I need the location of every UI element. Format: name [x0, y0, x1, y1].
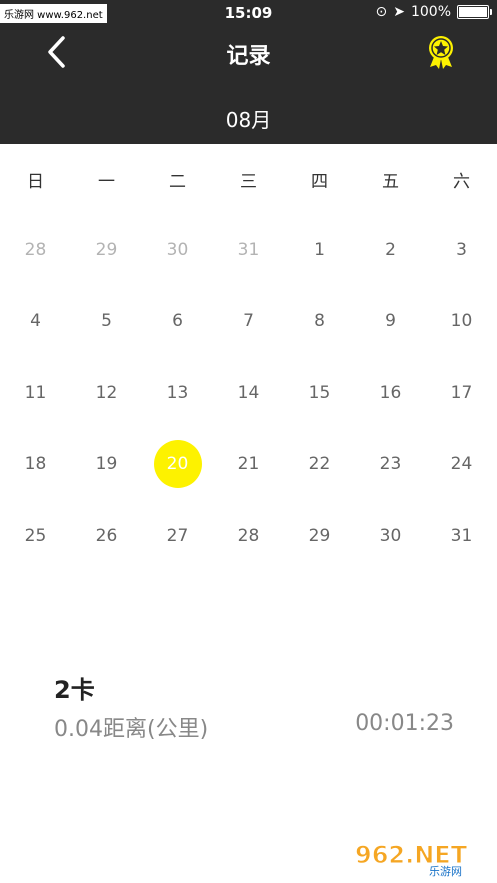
weekday-label: 日 — [27, 171, 44, 192]
record-summary: 2卡 0.04距离(公里) 00:01:23 — [54, 670, 454, 743]
calendar-day[interactable]: 12 — [71, 357, 142, 428]
weekday-header: 日 一 二 三 四 五 六 — [0, 144, 497, 214]
status-right: ⊙ ➤ 100% — [375, 4, 492, 20]
calendar-day-selected[interactable]: 20 — [142, 429, 213, 500]
calendar-week: 4 5 6 7 8 9 10 — [0, 286, 497, 358]
calendar-day[interactable]: 17 — [426, 357, 497, 428]
calendar-day[interactable]: 14 — [213, 357, 284, 428]
calendar-day[interactable]: 7 — [213, 286, 284, 357]
distance-value: 0.04距离(公里) — [54, 717, 209, 742]
calendar-day[interactable]: 24 — [426, 429, 497, 500]
weekday-label: 三 — [240, 171, 257, 192]
calendar-day[interactable]: 11 — [0, 357, 71, 428]
calendar-day[interactable]: 16 — [355, 357, 426, 428]
calendar-week: 25 26 27 28 29 30 31 — [0, 500, 497, 572]
calendar-day[interactable]: 28 — [0, 214, 71, 285]
weekday-label: 五 — [382, 171, 399, 192]
calendar-day[interactable]: 15 — [284, 357, 355, 428]
calendar-day[interactable]: 30 — [355, 500, 426, 571]
duration-value: 00:01:23 — [355, 711, 454, 736]
battery-icon — [457, 5, 492, 19]
calendar-day[interactable]: 4 — [0, 286, 71, 357]
calendar-day[interactable]: 1 — [284, 214, 355, 285]
medal-button[interactable] — [423, 34, 459, 70]
calendar-week: 18 19 20 21 22 23 24 — [0, 429, 497, 501]
battery-percent: 100% — [410, 4, 451, 20]
calendar-week: 11 12 13 14 15 16 17 — [0, 357, 497, 429]
calendar-day[interactable]: 29 — [71, 214, 142, 285]
location-icon: ➤ — [393, 4, 405, 20]
calendar-day[interactable]: 9 — [355, 286, 426, 357]
calendar-day[interactable]: 6 — [142, 286, 213, 357]
svg-text:乐游网: 乐游网 — [429, 865, 462, 877]
calendar-day[interactable]: 18 — [0, 429, 71, 500]
calendar-day[interactable]: 25 — [0, 500, 71, 571]
calendar-day[interactable]: 13 — [142, 357, 213, 428]
calendar-day[interactable]: 19 — [71, 429, 142, 500]
calendar-day[interactable]: 31 — [426, 500, 497, 571]
calendar-day[interactable]: 10 — [426, 286, 497, 357]
calendar-week: 28 29 30 31 1 2 3 — [0, 214, 497, 286]
calendar-day[interactable]: 26 — [71, 500, 142, 571]
calendar-day[interactable]: 21 — [213, 429, 284, 500]
header: 记录 08月 — [0, 26, 497, 144]
weekday-label: 六 — [453, 171, 470, 192]
stats-row: 0.04距离(公里) 00:01:23 — [54, 711, 454, 743]
month-label: 08月 — [225, 108, 272, 132]
calendar-day[interactable]: 8 — [284, 286, 355, 357]
calendar-day[interactable]: 30 — [142, 214, 213, 285]
weekday-label: 二 — [169, 171, 186, 192]
calendar-day[interactable]: 27 — [142, 500, 213, 571]
calendar-day[interactable]: 3 — [426, 214, 497, 285]
medal-icon — [429, 36, 453, 69]
calories-value: 2卡 — [54, 676, 95, 704]
calendar-day[interactable]: 23 — [355, 429, 426, 500]
calendar-day[interactable]: 2 — [355, 214, 426, 285]
calendar: 日 一 二 三 四 五 六 28 29 30 31 1 2 3 4 5 6 7 … — [0, 144, 497, 572]
calendar-day[interactable]: 22 — [284, 429, 355, 500]
rotation-lock-icon: ⊙ — [375, 4, 388, 20]
calendar-day[interactable]: 31 — [213, 214, 284, 285]
calendar-day[interactable]: 29 — [284, 500, 355, 571]
weekday-label: 一 — [98, 171, 115, 192]
calendar-day[interactable]: 28 — [213, 500, 284, 571]
weekday-label: 四 — [311, 171, 328, 192]
calendar-day[interactable]: 5 — [71, 286, 142, 357]
watermark-logo: 962.NET 乐游网 — [351, 837, 491, 879]
status-bar: 乐游网 www.962.net 15:09 ⊙ ➤ 100% — [0, 0, 497, 26]
